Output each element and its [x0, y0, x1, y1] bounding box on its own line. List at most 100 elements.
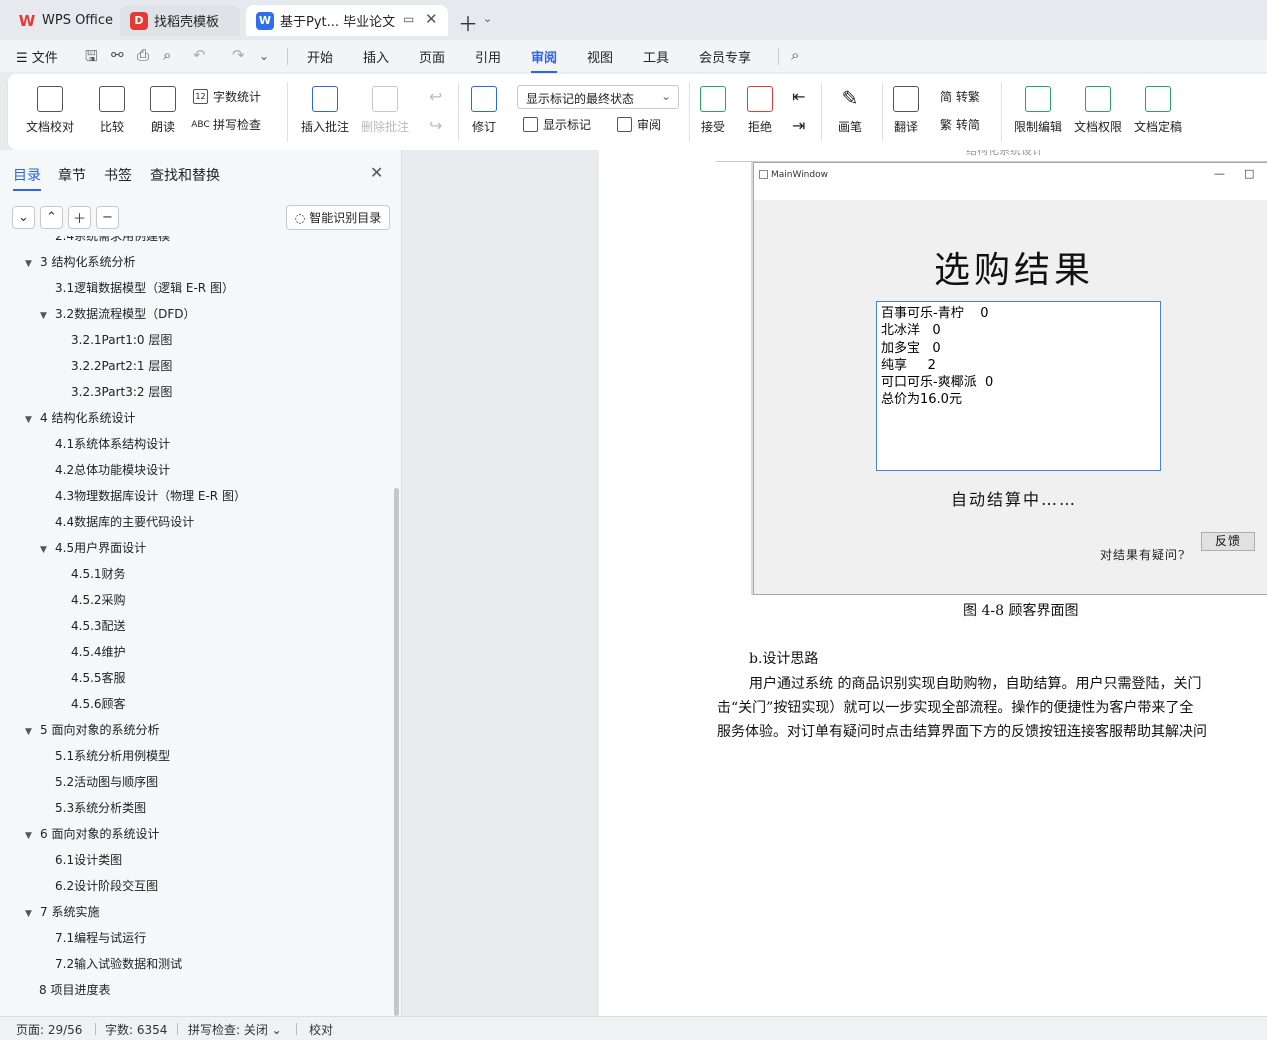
print-preview-icon[interactable]: ⌕ [163, 46, 171, 64]
doc-permission-button[interactable]: 文档权限 [1074, 86, 1122, 135]
toc-item[interactable]: ▼ 3 结构化系统分析 [25, 253, 135, 270]
menu-item-review[interactable]: 审阅 [531, 47, 558, 73]
tab-float-icon[interactable]: ▭ [403, 12, 414, 26]
expand-arrow-icon[interactable]: ▼ [25, 909, 32, 919]
nav-tab-chapters[interactable]: 章节 [58, 165, 86, 185]
toc-item[interactable]: ▼ 4.5用户界面设计 [40, 539, 146, 556]
toc-item[interactable]: 5.2活动图与顺序图 [55, 773, 158, 790]
close-icon[interactable]: ✕ [370, 163, 383, 182]
file-menu[interactable]: ☰ 文件 [16, 47, 58, 66]
remove-heading-button[interactable]: − [96, 206, 119, 229]
menu-item-references[interactable]: 引用 [475, 47, 501, 66]
expand-arrow-icon[interactable]: ▼ [25, 727, 32, 737]
toc-item[interactable]: 4.3物理数据库设计（物理 E-R 图） [55, 487, 246, 504]
toc-item[interactable]: 7.2输入试验数据和测试 [55, 955, 182, 972]
expand-down-button[interactable]: ⌄ [12, 206, 35, 229]
doc-finalize-button[interactable]: 文档定稿 [1134, 86, 1182, 135]
proofread-status[interactable]: 校对 [309, 1021, 333, 1038]
expand-arrow-icon[interactable]: ▼ [40, 311, 47, 321]
accept-button[interactable]: 接受 [700, 86, 726, 135]
toc-item[interactable]: 8 项目进度表 [39, 981, 110, 998]
page-indicator[interactable]: 页面: 29/56 [16, 1021, 82, 1038]
compare-button[interactable]: 比较 [99, 86, 125, 135]
toc-item[interactable]: 5.3系统分析类图 [55, 799, 146, 816]
to-simplified-button[interactable]: 繁 转简 [940, 116, 980, 133]
save-icon[interactable]: 🖫 [85, 46, 98, 71]
tab-docer-templates[interactable]: D 找稻壳模板 [120, 5, 240, 36]
smart-toc-button[interactable]: ◌ 智能识别目录 [286, 205, 390, 230]
menu-item-member[interactable]: 会员专享 [699, 47, 751, 66]
toc-item[interactable]: ▼ 6 面向对象的系统设计 [25, 825, 159, 842]
tab-document[interactable]: W 基于Pyt... 毕业论文 ▭ ✕ [246, 5, 448, 36]
next-change-icon[interactable]: ⇥ [792, 116, 805, 135]
word-count-indicator[interactable]: 字数: 6354 [105, 1021, 167, 1038]
to-traditional-button[interactable]: 简 转繁 [940, 88, 980, 105]
toc-item[interactable]: 4.5.2采购 [71, 591, 126, 608]
next-comment-icon[interactable]: ↪ [429, 116, 442, 135]
nav-tab-find-replace[interactable]: 查找和替换 [150, 165, 220, 185]
chevron-down-icon[interactable]: ⌄ [483, 12, 492, 25]
read-aloud-button[interactable]: 朗读 [150, 86, 176, 135]
insert-comment-button[interactable]: 插入批注 [301, 86, 349, 135]
toc-item[interactable]: 4.5.6顾客 [71, 695, 126, 712]
toc-item[interactable]: 4.1系统体系结构设计 [55, 435, 170, 452]
toc-item[interactable]: 3.2.1Part1:0 层图 [71, 331, 172, 348]
delete-comment-button[interactable]: 删除批注 [361, 86, 409, 135]
pen-button[interactable]: ✎ 画笔 [837, 86, 863, 135]
toc-item[interactable]: 4.2总体功能模块设计 [55, 461, 170, 478]
toc-item[interactable]: 6.1设计类图 [55, 851, 122, 868]
toc-item[interactable]: ▼ 5 面向对象的系统分析 [25, 721, 159, 738]
translate-button[interactable]: 翻译 [893, 86, 919, 135]
show-markup-button[interactable]: 显示标记 [523, 116, 591, 133]
print-icon[interactable]: ⎙ [137, 46, 149, 64]
redo-icon[interactable]: ↷ [232, 46, 245, 64]
toc-item[interactable]: 4.5.1财务 [71, 565, 126, 582]
more-chevron-icon[interactable]: ⌄ [259, 49, 269, 63]
toc-item[interactable]: 2.4系统需求用例建模 [55, 236, 170, 244]
expand-arrow-icon[interactable]: ▼ [40, 545, 47, 555]
search-icon[interactable]: ⌕ [791, 46, 799, 64]
expand-arrow-icon[interactable]: ▼ [25, 831, 32, 841]
spell-check-button[interactable]: ABC 拼写检查 [191, 116, 261, 133]
toc-item[interactable]: 3.2.3Part3:2 层图 [71, 383, 172, 400]
prev-comment-icon[interactable]: ↩ [429, 87, 442, 106]
undo-icon[interactable]: ↶ [193, 46, 206, 64]
toc-item[interactable]: ▼ 4 结构化系统设计 [25, 409, 135, 426]
toc-item[interactable]: 4.5.3配送 [71, 617, 126, 634]
add-heading-button[interactable]: ＋ [68, 206, 91, 229]
toc-item[interactable]: ▼ 3.2数据流程模型（DFD） [40, 305, 195, 322]
revise-button[interactable]: 修订 [471, 86, 497, 135]
toc-item[interactable]: 4.4数据库的主要代码设计 [55, 513, 194, 530]
toc-item[interactable]: 3.2.2Part2:1 层图 [71, 357, 172, 374]
reject-button[interactable]: 拒绝 [747, 86, 773, 135]
menu-item-page[interactable]: 页面 [419, 47, 445, 66]
toc-item[interactable]: 6.2设计阶段交互图 [55, 877, 158, 894]
restrict-edit-button[interactable]: 限制编辑 [1014, 86, 1062, 135]
menu-item-insert[interactable]: 插入 [363, 47, 389, 66]
toc-item[interactable]: ▼ 7 系统实施 [25, 903, 99, 920]
new-tab-plus-icon[interactable]: ＋ [458, 8, 478, 37]
markup-state-select[interactable]: 显示标记的最终状态 ⌄ [517, 85, 679, 109]
toc-item[interactable]: 3.1逻辑数据模型（逻辑 E-R 图） [55, 279, 234, 296]
toc-scrollbar[interactable] [394, 488, 399, 1016]
spell-check-status[interactable]: 拼写检查: 关闭 ⌄ [188, 1021, 282, 1038]
toc-item[interactable]: 4.5.5客服 [71, 669, 126, 686]
close-icon[interactable]: ✕ [425, 10, 438, 28]
review-pane-button[interactable]: 审阅 [617, 116, 661, 133]
expand-arrow-icon[interactable]: ▼ [25, 259, 32, 269]
menu-item-tools[interactable]: 工具 [643, 47, 669, 66]
doc-check-button[interactable]: 文档校对 [26, 86, 74, 135]
toc-item[interactable]: 5.1系统分析用例模型 [55, 747, 170, 764]
word-count-button[interactable]: 12 字数统计 [193, 88, 261, 105]
toc-item[interactable]: 7.1编程与试运行 [55, 929, 146, 946]
nav-tab-bookmarks[interactable]: 书签 [104, 165, 132, 185]
collapse-up-button[interactable]: ⌃ [40, 206, 63, 229]
nav-tab-toc[interactable]: 目录 [13, 165, 41, 191]
link-icon[interactable]: ⚯ [111, 46, 124, 64]
menu-item-view[interactable]: 视图 [587, 47, 613, 66]
tab-wps-office[interactable]: W WPS Office [8, 5, 116, 36]
menu-item-home[interactable]: 开始 [307, 47, 333, 66]
prev-change-icon[interactable]: ⇤ [792, 87, 805, 106]
expand-arrow-icon[interactable]: ▼ [25, 415, 32, 425]
toc-item[interactable]: 4.5.4维护 [71, 643, 126, 660]
